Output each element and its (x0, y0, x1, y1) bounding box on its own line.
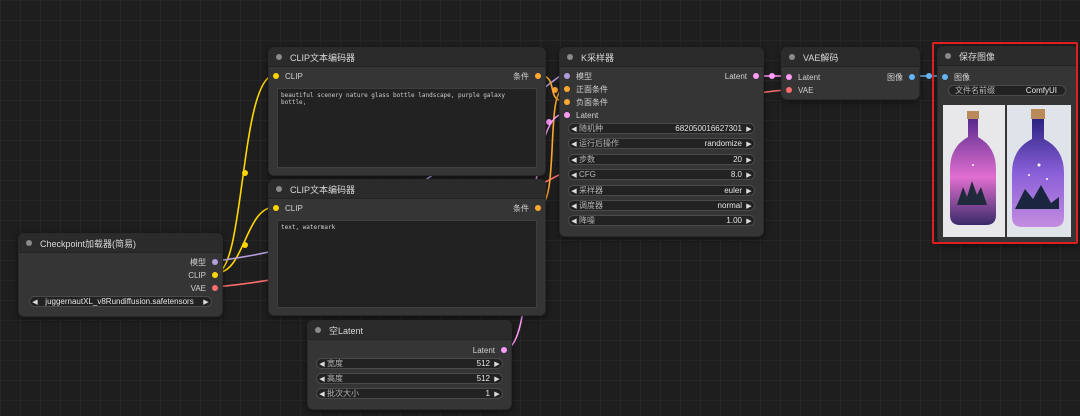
output-clip[interactable]: CLIP (188, 269, 218, 281)
arrow-right-icon[interactable]: ▶ (492, 375, 502, 383)
conditioning-slot-icon[interactable] (564, 99, 570, 105)
node-header[interactable]: K采样器 (560, 48, 763, 67)
arrow-left-icon[interactable]: ◀ (569, 156, 579, 164)
clip-text-encode-positive-node[interactable]: CLIP文本编码器 CLIP 条件 beautiful scenery natu… (268, 47, 546, 176)
latent-slot-icon[interactable] (564, 112, 570, 118)
scheduler-widget[interactable]: ◀ 调度器 normal ▶ (568, 200, 755, 211)
node-header[interactable]: Checkpoint加载器(简易) (19, 234, 222, 253)
node-header[interactable]: VAE解码 (782, 48, 919, 67)
node-header[interactable]: CLIP文本编码器 (269, 180, 545, 199)
clip-text-encode-negative-node[interactable]: CLIP文本编码器 CLIP 条件 text, watermark (268, 179, 546, 316)
selection-highlight (932, 42, 1078, 244)
wire-clip-to-clip2 (215, 206, 276, 274)
arrow-left-icon[interactable]: ◀ (569, 125, 579, 133)
clip-slot-icon[interactable] (273, 205, 279, 211)
prompt-textarea[interactable]: beautiful scenery nature glass bottle la… (277, 88, 537, 168)
vae-decode-node[interactable]: VAE解码 Latent 图像 VAE (781, 47, 920, 100)
node-title: CLIP文本编码器 (290, 184, 356, 195)
conditioning-slot-icon[interactable] (535, 73, 541, 79)
node-title: 空Latent (329, 325, 364, 336)
input-latent[interactable]: Latent (786, 71, 820, 83)
input-vae[interactable]: VAE (786, 84, 813, 96)
input-positive[interactable]: 正面条件 (564, 83, 608, 95)
node-title: Checkpoint加载器(简易) (40, 238, 137, 249)
clip-slot-icon[interactable] (212, 272, 218, 278)
node-title: K采样器 (581, 52, 615, 63)
input-clip[interactable]: CLIP (273, 70, 303, 82)
arrow-right-icon[interactable]: ▶ (744, 125, 754, 133)
arrow-right-icon[interactable]: ▶ (744, 140, 754, 148)
node-header[interactable]: CLIP文本编码器 (269, 48, 545, 67)
ksampler-node[interactable]: K采样器 模型 Latent 正面条件 负面条件 Latent ◀ 随机种 6820… (559, 47, 764, 237)
conditioning-slot-icon[interactable] (564, 86, 570, 92)
conditioning-slot-icon[interactable] (535, 205, 541, 211)
arrow-right-icon[interactable]: ▶ (744, 171, 754, 179)
input-latent[interactable]: Latent (564, 109, 598, 121)
empty-latent-node[interactable]: 空Latent Latent ◀ 宽度 512 ▶ ◀ 高度 512 ▶ ◀ 批次大小 1 ▶ (307, 320, 512, 410)
control-after-generate-widget[interactable]: ◀ 运行后操作 randomize ▶ (568, 138, 755, 149)
steps-widget[interactable]: ◀ 步数 20 ▶ (568, 154, 755, 165)
node-status-dot-icon (315, 327, 321, 333)
input-negative[interactable]: 负面条件 (564, 96, 608, 108)
batch-size-widget[interactable]: ◀ 批次大小 1 ▶ (316, 388, 503, 399)
denoise-widget[interactable]: ◀ 降噪 1.00 ▶ (568, 215, 755, 226)
output-model[interactable]: 模型 (190, 256, 218, 268)
reroute-dot (242, 242, 248, 248)
arrow-left-icon[interactable]: ◀ (569, 187, 579, 195)
arrow-left-icon[interactable]: ◀ (569, 202, 579, 210)
ckpt-name-combo[interactable]: ◀ juggernautXL_v8Rundiffusion.safetensor… (29, 296, 212, 307)
latent-slot-icon[interactable] (786, 74, 792, 80)
node-status-dot-icon (567, 54, 573, 60)
model-slot-icon[interactable] (212, 259, 218, 265)
node-status-dot-icon (276, 186, 282, 192)
arrow-right-icon[interactable]: ▶ (744, 217, 754, 225)
output-latent[interactable]: Latent (473, 344, 507, 356)
clip-slot-icon[interactable] (273, 73, 279, 79)
arrow-left-icon[interactable]: ◀ (317, 375, 327, 383)
node-status-dot-icon (789, 54, 795, 60)
reroute-dot (552, 87, 558, 93)
sampler-widget[interactable]: ◀ 采样器 euler ▶ (568, 185, 755, 196)
cfg-widget[interactable]: ◀ CFG 8.0 ▶ (568, 169, 755, 180)
latent-slot-icon[interactable] (501, 347, 507, 353)
seed-widget[interactable]: ◀ 随机种 682050016627301 ▶ (568, 123, 755, 134)
arrow-left-icon[interactable]: ◀ (569, 217, 579, 225)
node-title: CLIP文本编码器 (290, 52, 356, 63)
vae-slot-icon[interactable] (212, 285, 218, 291)
image-slot-icon[interactable] (909, 74, 915, 80)
input-clip[interactable]: CLIP (273, 202, 303, 214)
node-status-dot-icon (26, 240, 32, 246)
node-title: VAE解码 (803, 52, 839, 63)
arrow-right-icon[interactable]: ▶ (744, 202, 754, 210)
checkpoint-loader-node[interactable]: Checkpoint加载器(简易) 模型 CLIP VAE ◀ juggerna… (18, 233, 223, 317)
arrow-right-icon[interactable]: ▶ (201, 298, 211, 306)
prompt-textarea[interactable]: text, watermark (277, 220, 537, 308)
model-slot-icon[interactable] (564, 73, 570, 79)
arrow-left-icon[interactable]: ◀ (569, 140, 579, 148)
latent-slot-icon[interactable] (753, 73, 759, 79)
arrow-right-icon[interactable]: ▶ (492, 390, 502, 398)
arrow-right-icon[interactable]: ▶ (492, 360, 502, 368)
arrow-left-icon[interactable]: ◀ (317, 390, 327, 398)
output-latent[interactable]: Latent (725, 70, 759, 82)
node-status-dot-icon (276, 54, 282, 60)
width-widget[interactable]: ◀ 宽度 512 ▶ (316, 358, 503, 369)
arrow-right-icon[interactable]: ▶ (744, 187, 754, 195)
arrow-right-icon[interactable]: ▶ (744, 156, 754, 164)
output-conditioning[interactable]: 条件 (513, 202, 541, 214)
reroute-dot (546, 119, 552, 125)
vae-slot-icon[interactable] (786, 87, 792, 93)
arrow-left-icon[interactable]: ◀ (30, 298, 40, 306)
height-widget[interactable]: ◀ 高度 512 ▶ (316, 373, 503, 384)
reroute-dot (242, 170, 248, 176)
arrow-left-icon[interactable]: ◀ (317, 360, 327, 368)
output-vae[interactable]: VAE (191, 282, 218, 294)
output-conditioning[interactable]: 条件 (513, 70, 541, 82)
input-model[interactable]: 模型 (564, 70, 592, 82)
arrow-left-icon[interactable]: ◀ (569, 171, 579, 179)
node-header[interactable]: 空Latent (308, 321, 511, 340)
reroute-dot (769, 73, 775, 79)
output-image[interactable]: 图像 (887, 71, 915, 83)
